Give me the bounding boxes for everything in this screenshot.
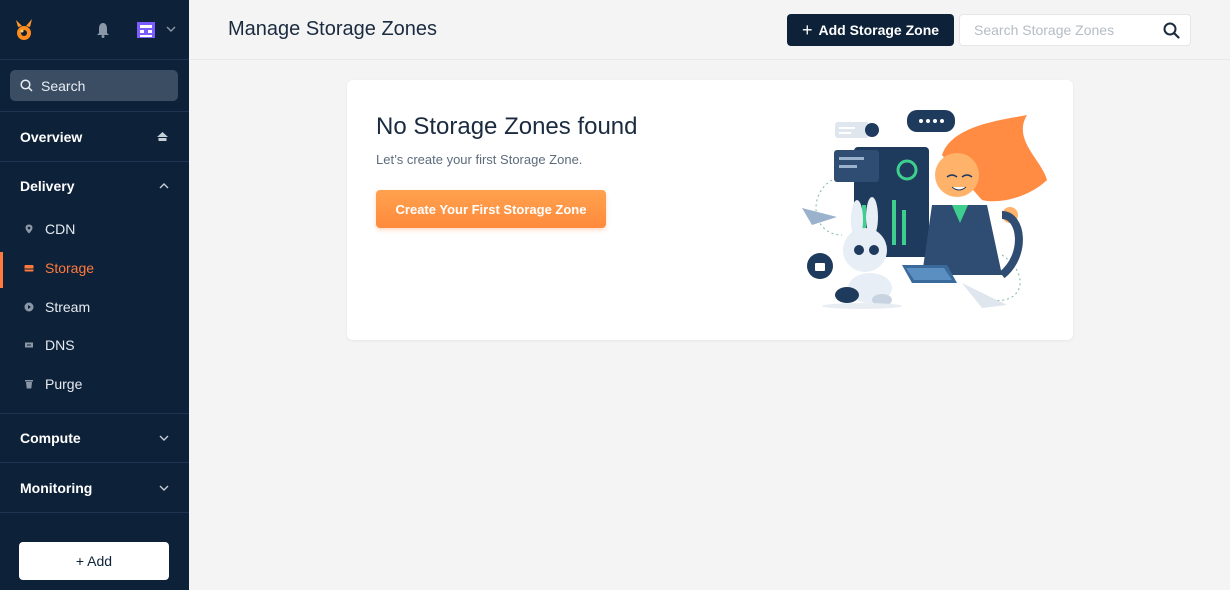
sidebar-section-label: Monitoring: [20, 479, 93, 496]
sidebar-item-label: Stream: [45, 299, 91, 315]
page-title: Manage Storage Zones: [228, 18, 438, 40]
sidebar-item-storage[interactable]: Storage: [0, 250, 189, 288]
sidebar-item-cdn[interactable]: CDN: [0, 211, 189, 247]
location-pin-icon: [25, 224, 33, 234]
sidebar-section-compute[interactable]: Compute: [0, 414, 189, 462]
chevron-down-icon[interactable]: [166, 25, 176, 33]
sidebar-section-delivery[interactable]: Delivery: [0, 162, 189, 210]
storage-icon: [24, 265, 34, 272]
sidebar-item-stream[interactable]: Stream: [0, 289, 189, 325]
empty-state-illustration: [802, 110, 1047, 309]
bell-icon[interactable]: [96, 22, 110, 38]
dns-icon: [25, 342, 33, 348]
sidebar-section-label: Overview: [20, 128, 83, 145]
empty-state-title: No Storage Zones found: [376, 113, 638, 140]
trash-icon: [25, 380, 33, 389]
chevron-up-icon: [159, 183, 169, 189]
sidebar-section-monitoring[interactable]: Monitoring: [0, 463, 189, 512]
chevron-down-icon: [159, 435, 169, 441]
home-icon: [157, 131, 168, 141]
search-icon[interactable]: [1163, 22, 1180, 39]
sidebar-section-overview[interactable]: Overview: [0, 112, 189, 161]
sidebar-section-label: Delivery: [20, 178, 75, 194]
sidebar-search[interactable]: Search: [10, 70, 178, 101]
sidebar-item-label: CDN: [45, 221, 76, 237]
chevron-down-icon: [159, 485, 169, 491]
avatar[interactable]: [135, 20, 157, 40]
add-button[interactable]: + Add: [19, 542, 169, 580]
sidebar-section-label: Compute: [20, 430, 81, 446]
plus-icon: +: [801, 19, 813, 40]
add-storage-zone-button[interactable]: + Add Storage Zone: [787, 14, 954, 46]
search-box: [959, 14, 1191, 46]
sidebar-item-label: DNS: [45, 337, 75, 353]
sidebar-search-label: Search: [41, 77, 86, 94]
sidebar: Search Overview Delivery CDN Storage Str…: [0, 0, 189, 590]
search-input[interactable]: [960, 15, 1150, 45]
add-storage-zone-label: Add Storage Zone: [818, 22, 940, 38]
create-storage-zone-button[interactable]: Create Your First Storage Zone: [376, 190, 606, 228]
sidebar-top: [0, 0, 189, 60]
empty-state-subtitle: Let’s create your first Storage Zone.: [376, 152, 583, 167]
sidebar-item-dns[interactable]: DNS: [0, 327, 189, 363]
search-icon: [20, 79, 33, 92]
play-icon: [24, 302, 34, 312]
bunny-logo-icon[interactable]: [12, 17, 36, 43]
sidebar-item-purge[interactable]: Purge: [0, 366, 189, 402]
sidebar-item-label: Storage: [45, 260, 95, 276]
header: Manage Storage Zones + Add Storage Zone: [189, 0, 1230, 60]
empty-state-card: No Storage Zones found Let’s create your…: [347, 80, 1073, 340]
sidebar-item-label: Purge: [45, 376, 83, 392]
divider: [0, 512, 189, 513]
